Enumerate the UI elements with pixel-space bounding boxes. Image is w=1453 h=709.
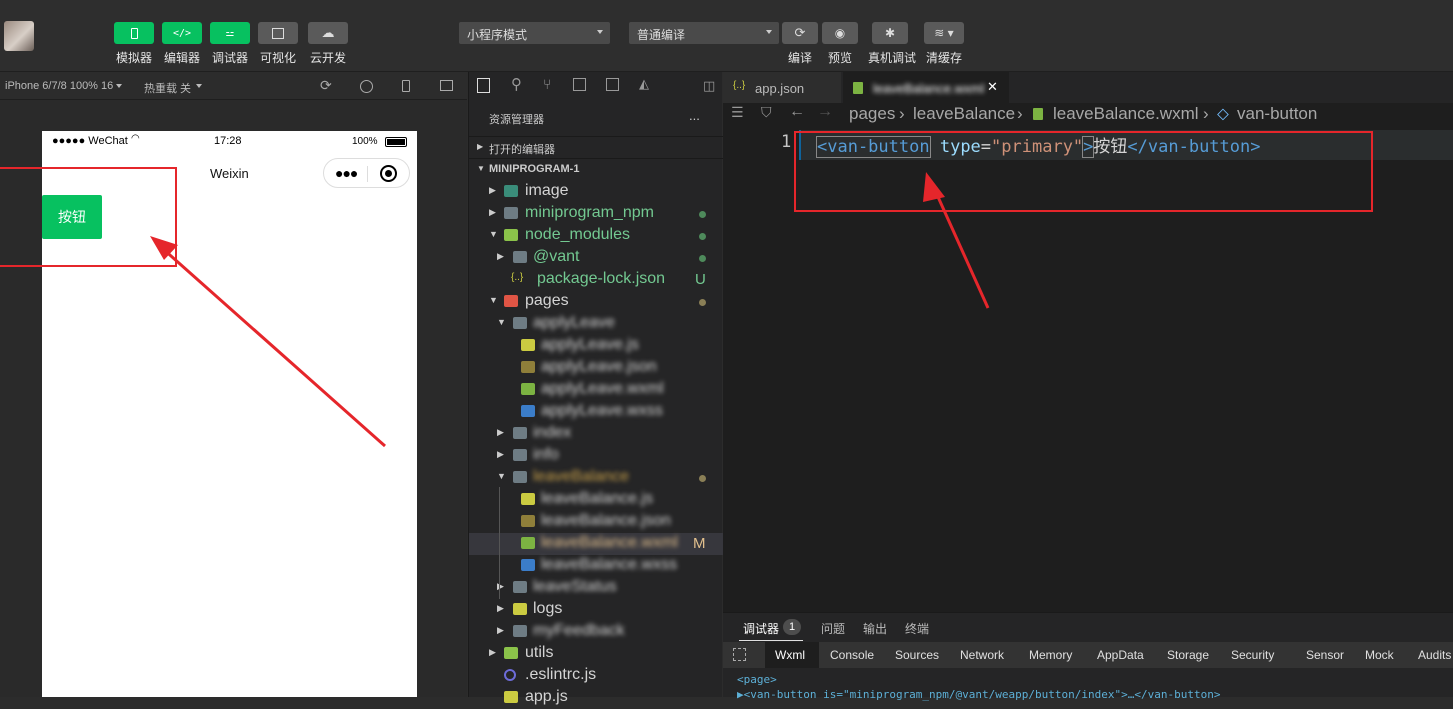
annotation-box-code [794, 131, 1373, 212]
annotation-arrow-code [932, 187, 990, 309]
annotation-arrow-simulator [161, 246, 386, 448]
annotation-arrowhead-simulator [150, 236, 178, 260]
annotation-overlay [0, 131, 1373, 448]
annotation-arrowhead-code [923, 172, 945, 202]
annotation-box-simulator [0, 167, 177, 267]
